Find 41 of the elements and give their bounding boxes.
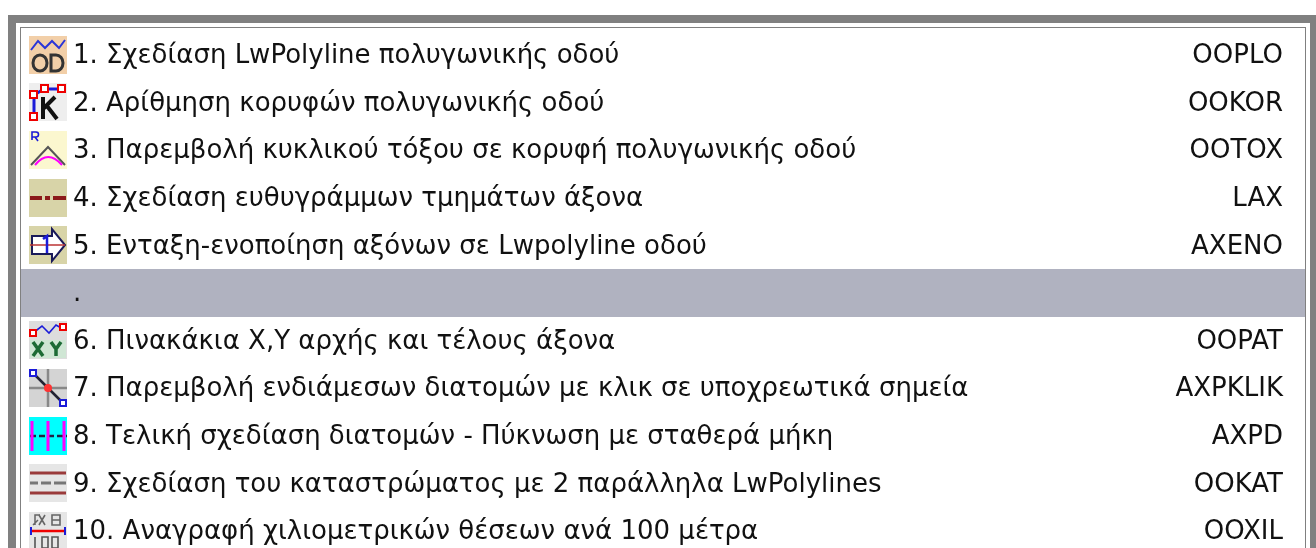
menu-item-label: 4. Σχεδίαση ευθυγράμμων τμημάτων άξονα [73, 181, 645, 215]
menu-item[interactable]: 9. Σχεδίαση του καταστρώματος με 2 παράλληλα LwPolylines OOKAT [21, 459, 1305, 507]
command-shortcut: AXENO [1191, 228, 1283, 262]
section-click-icon [29, 368, 67, 407]
menu-item[interactable]: 1. Σχεδίαση LwPolyline πολυγωνικής οδού OOPLO [21, 31, 1305, 79]
command-shortcut: OOKAT [1193, 466, 1283, 500]
command-shortcut: OOTOX [1189, 133, 1283, 167]
road-polyline-icon [29, 35, 67, 74]
command-shortcut: AXPKLIK [1175, 371, 1283, 405]
menu-item-label: 6. Πινακάκια Χ,Υ αρχής και τέλους άξονα [73, 323, 617, 357]
command-shortcut: OOPLO [1192, 38, 1283, 72]
menu-item-label: 5. Ενταξη-ενοποίηση αξόνων σε Lwpolyline οδού [73, 228, 708, 262]
menu-item[interactable]: 5. Ενταξη-ενοποίηση αξόνων σε Lwpolyline οδού AXENO [21, 221, 1305, 269]
merge-arrow-icon [29, 226, 67, 265]
chainage-icon [29, 511, 67, 548]
xy-table-icon [29, 321, 67, 360]
menu-item-label: 7. Παρεμβολή ενδιάμεσων διατομών με κλικ σε υποχρεωτικά σημεία [73, 371, 970, 405]
menu-item[interactable]: 2. Αρίθμηση κορυφών πολυγωνικής οδού OOKOR [21, 78, 1305, 127]
command-shortcut: OOKOR [1187, 85, 1283, 119]
section-spacing-icon [29, 416, 67, 455]
vertex-numbering-icon [29, 83, 67, 122]
menu-item[interactable]: . [21, 268, 1305, 317]
menu-item-label: 9. Σχεδίαση του καταστρώματος με 2 παράλληλα LwPolylines [73, 466, 883, 500]
menu-item-label: 8. Τελική σχεδίαση διατομών - Πύκνωση με σταθερά μήκη [73, 419, 835, 453]
command-shortcut: LAX [1232, 181, 1283, 215]
menu-item[interactable]: 6. Πινακάκια Χ,Υ αρχής και τέλους άξονα OOPAT [21, 316, 1305, 365]
menu-item-label: 2. Αρίθμηση κορυφών πολυγωνικής οδού [73, 85, 606, 119]
command-shortcut: OOXIL [1203, 514, 1283, 548]
parallel-lines-icon [29, 464, 67, 503]
menu-item[interactable]: 4. Σχεδίαση ευθυγράμμων τμημάτων άξονα LAX [21, 173, 1305, 222]
menu-item[interactable]: 10. Αναγραφή χιλιομετρικών θέσεων ανά 100 μέτρα OOXIL [21, 506, 1305, 548]
command-shortcut: OOPAT [1196, 323, 1283, 357]
menu-item-label: 1. Σχεδίαση LwPolyline πολυγωνικής οδού [73, 38, 621, 72]
menu-item[interactable]: 3. Παρεμβολή κυκλικού τόξου σε κορυφή πολυγωνικής οδού OOTOX [21, 126, 1305, 174]
menu-item[interactable]: 8. Τελική σχεδίαση διατομών - Πύκνωση με σταθερά μήκη AXPD [21, 411, 1305, 460]
command-shortcut: AXPD [1211, 419, 1283, 453]
menu-item-label: 3. Παρεμβολή κυκλικού τόξου σε κορυφή πολυγωνικής οδού [73, 133, 858, 167]
menu-item-label: 10. Αναγραφή χιλιομετρικών θέσεων ανά 100 μέτρα [73, 514, 760, 548]
arc-vertex-icon [29, 131, 67, 169]
menu-item-label: . [73, 276, 83, 310]
menu-item[interactable]: 7. Παρεμβολή ενδιάμεσων διατομών με κλικ σε υποχρεωτικά σημεία AXPKLIK [21, 364, 1305, 412]
